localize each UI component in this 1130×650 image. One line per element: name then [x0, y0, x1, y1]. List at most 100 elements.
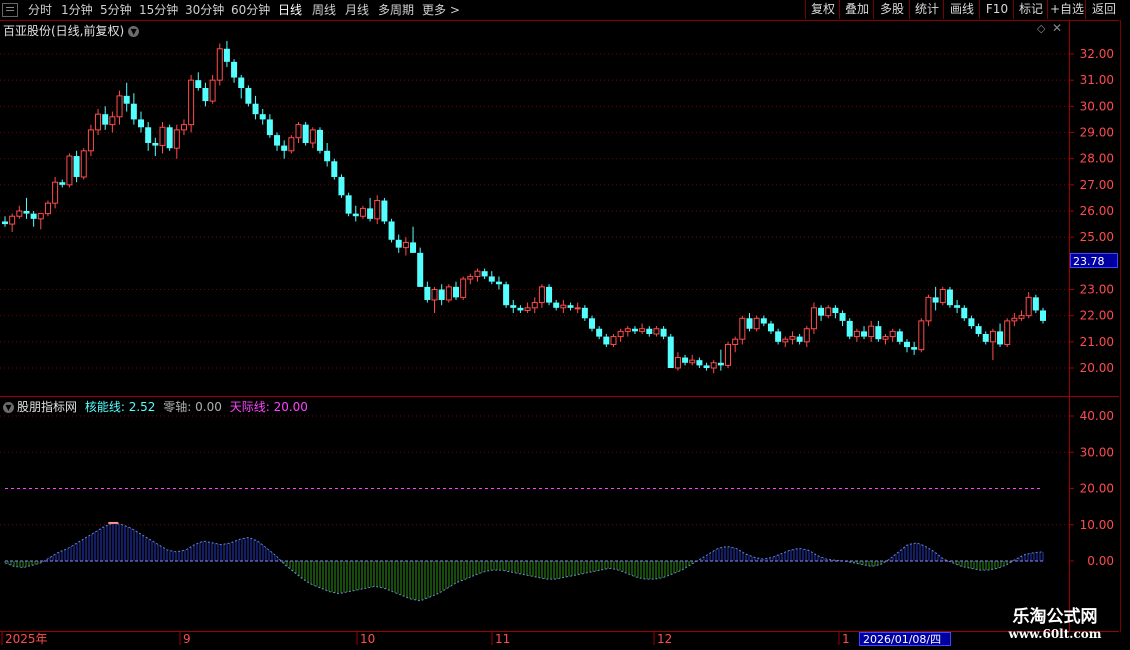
candle-body-down — [503, 284, 510, 306]
indicator-tick-label: 40.00 — [1080, 409, 1114, 423]
candle-body-down — [911, 347, 918, 350]
candle-body-up — [825, 307, 832, 317]
candle-body-up — [939, 289, 946, 304]
candle-body-down — [138, 119, 145, 128]
candle-body-up — [180, 124, 187, 131]
candle-body-up — [467, 275, 474, 280]
candle-body-up — [173, 129, 180, 149]
kline-chart-canvas[interactable]: 32.00 31.00 30.00 29.00 28.00 27.00 26.00 25.00… — [0, 0, 1130, 650]
candle-body-down — [388, 221, 395, 240]
candle-body-up — [374, 200, 381, 220]
candle-body-down — [567, 305, 574, 308]
date-tick-label: 10 — [360, 632, 375, 646]
candle-body-down — [424, 286, 431, 300]
diamond-icon[interactable]: ◇ — [1037, 22, 1045, 35]
candle-body-up — [624, 328, 631, 332]
price-y-axis: 32.00 31.00 30.00 29.00 28.00 27.00 26.00 25.00… — [1069, 47, 1114, 375]
price-tick-label: 32.00 — [1080, 47, 1114, 61]
candle-body-down — [245, 88, 252, 104]
candle-body-down — [667, 336, 674, 368]
candle-body-down — [1040, 310, 1046, 321]
candle-body-up — [16, 210, 23, 217]
watermark-title: 乐淘公式网 — [1012, 607, 1098, 627]
candle-body-down — [660, 328, 667, 337]
side-panel-strip[interactable] — [1119, 20, 1130, 632]
candle-body-up — [216, 48, 223, 81]
candle-body-up — [116, 95, 123, 118]
candle-body-up — [52, 181, 59, 204]
candle-body-up — [674, 357, 681, 369]
candle-body-down — [223, 48, 230, 62]
candle-body-up — [882, 336, 889, 340]
candle-body-down — [231, 61, 238, 78]
candle-body-up — [639, 328, 646, 332]
price-tick-label: 26.00 — [1080, 204, 1114, 218]
candle-body-up — [288, 137, 295, 152]
candle-body-down — [896, 331, 903, 342]
candle-body-down — [839, 313, 846, 321]
cursor-date-box: 2026/01/08/四 — [859, 632, 951, 646]
indicator-tick-label: 20.00 — [1080, 482, 1114, 496]
candle-body-up — [209, 79, 216, 102]
close-icon[interactable]: ✕ — [1052, 21, 1062, 35]
candle-body-down — [324, 150, 331, 162]
date-tick-label: 2025年 — [5, 632, 48, 646]
candle-body-down — [510, 305, 517, 308]
candle-body-down — [481, 271, 488, 277]
candle-body-down — [202, 88, 209, 102]
candle-body-up — [44, 202, 51, 215]
candle-body-up — [445, 286, 452, 301]
candle-body-down — [646, 328, 653, 334]
candle-body-up — [474, 270, 481, 277]
candle-body-up — [531, 302, 538, 309]
candle-body-up — [66, 155, 73, 186]
candle-body-down — [703, 365, 710, 368]
chevron-down-icon[interactable]: ▼ — [128, 26, 140, 37]
candle-body-down — [581, 307, 588, 319]
price-tick-label: 20.00 — [1080, 361, 1114, 375]
candle-body-down — [166, 127, 173, 149]
candle-body-down — [488, 276, 495, 282]
indicator-tick-label: 0.00 — [1087, 554, 1114, 568]
candle-body-down — [410, 242, 417, 253]
candle-body-down — [102, 114, 109, 125]
indicator-tick-label: 30.00 — [1080, 445, 1114, 459]
candle-body-down — [553, 302, 560, 308]
candle-body-up — [989, 330, 996, 343]
candle-body-up — [460, 278, 467, 298]
candle-body-up — [309, 129, 316, 144]
date-tick-label: 12 — [657, 632, 672, 646]
candle-body-down — [495, 281, 502, 285]
price-grid — [0, 53, 1069, 369]
price-tick-label: 25.00 — [1080, 230, 1114, 244]
date-axis: 2025年 9 10 11 12 1 — [1, 631, 850, 646]
candle-body-down — [961, 307, 968, 319]
candle-body-down — [717, 362, 724, 366]
indicator-name: 股朋指标网 — [17, 400, 78, 414]
candle-body-up — [109, 116, 116, 126]
candle-body-down — [2, 221, 8, 225]
candle-body-down — [760, 318, 767, 324]
candle-body-down — [338, 176, 345, 196]
candle-body-down — [452, 286, 459, 298]
candle-body-down — [517, 307, 524, 311]
candle-body-down — [417, 252, 424, 287]
candle-body-up — [87, 129, 94, 152]
candle-body-down — [438, 289, 445, 300]
price-tick-label: 31.00 — [1080, 73, 1114, 87]
candle-body-down — [603, 336, 610, 345]
candlestick-series — [2, 40, 1046, 374]
candle-body-up — [789, 336, 796, 340]
chart-title: 百亚股份(日线,前复权) ▼ — [3, 22, 140, 39]
chevron-down-icon[interactable]: ▼ — [3, 402, 14, 413]
watermark: 乐淘公式网 www.60lt.com — [985, 607, 1125, 641]
current-price-tag: 23.78 — [1070, 253, 1118, 268]
date-tick-label: 11 — [495, 632, 510, 646]
candle-body-up — [95, 113, 102, 131]
candle-body-down — [796, 336, 803, 342]
candle-body-up — [159, 126, 166, 147]
candle-body-up — [524, 307, 531, 311]
price-tick-label: 22.00 — [1080, 309, 1114, 323]
candle-body-up — [925, 296, 932, 322]
candle-body-down — [281, 145, 288, 151]
